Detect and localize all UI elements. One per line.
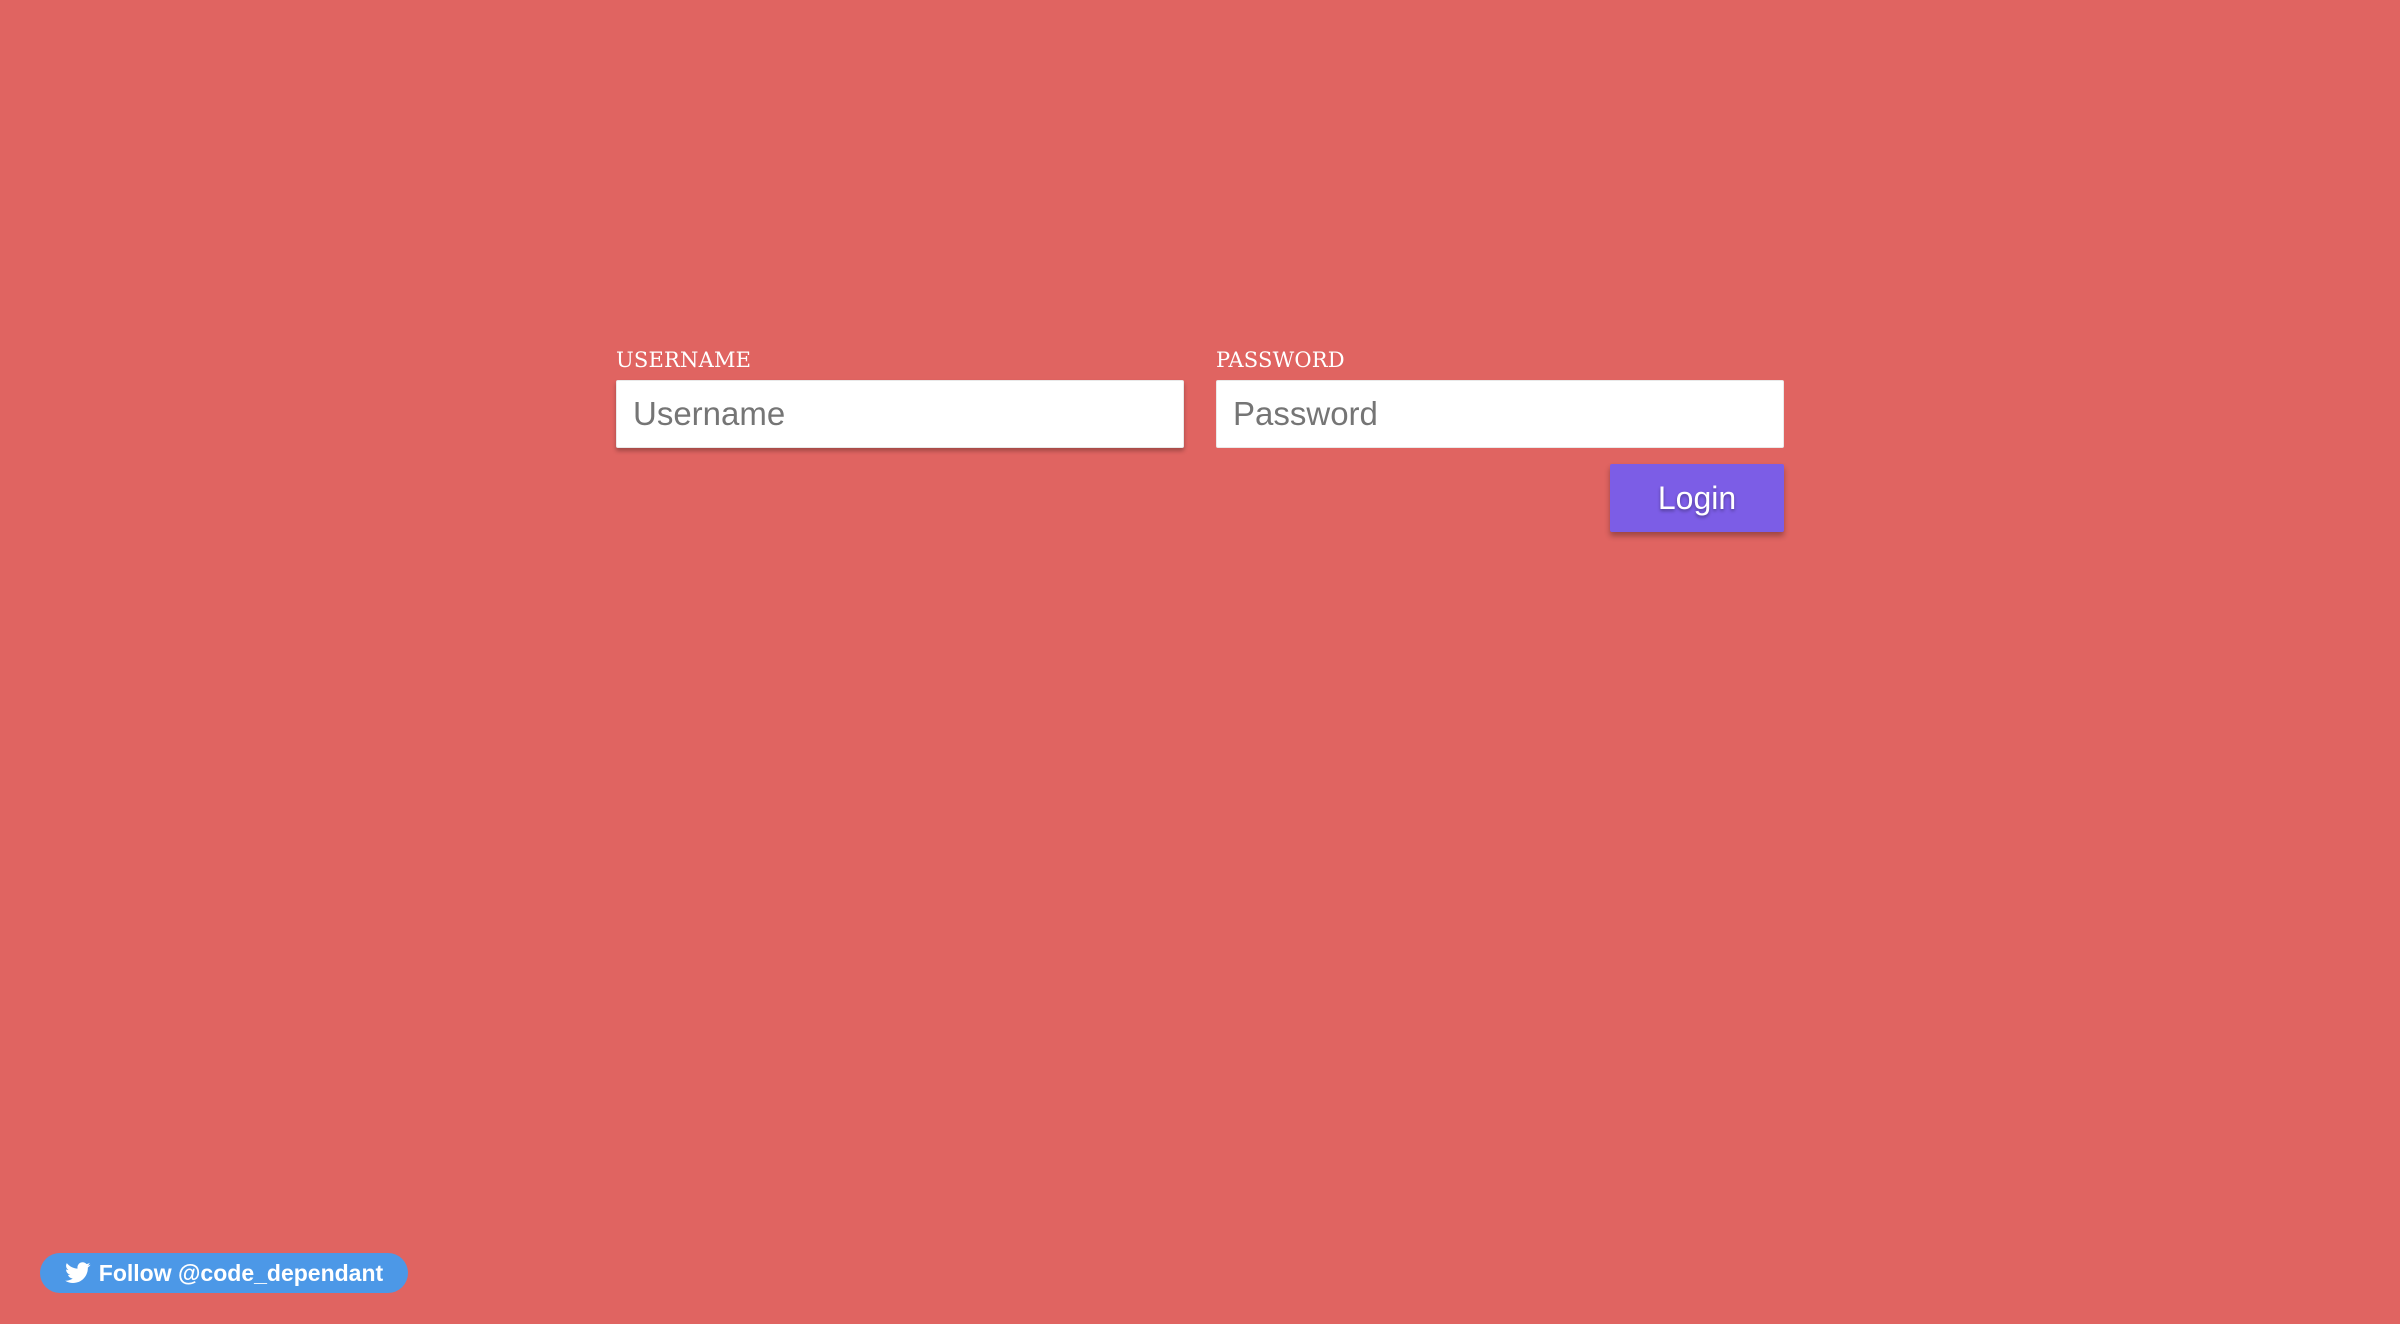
username-input[interactable] <box>616 380 1184 448</box>
password-label: PASSWORD <box>1216 348 1345 372</box>
twitter-bird-icon <box>64 1262 91 1284</box>
username-label: USERNAME <box>616 348 752 372</box>
login-button[interactable]: Login <box>1610 464 1784 532</box>
password-field-group: PASSWORD <box>1216 344 1784 448</box>
username-field-group: USERNAME <box>616 344 1184 448</box>
login-form: USERNAME PASSWORD Login <box>616 344 1784 540</box>
twitter-follow-label: Follow @code_dependant <box>98 1259 384 1286</box>
twitter-follow-button[interactable]: Follow @code_dependant <box>40 1253 408 1293</box>
password-input[interactable] <box>1216 380 1784 448</box>
